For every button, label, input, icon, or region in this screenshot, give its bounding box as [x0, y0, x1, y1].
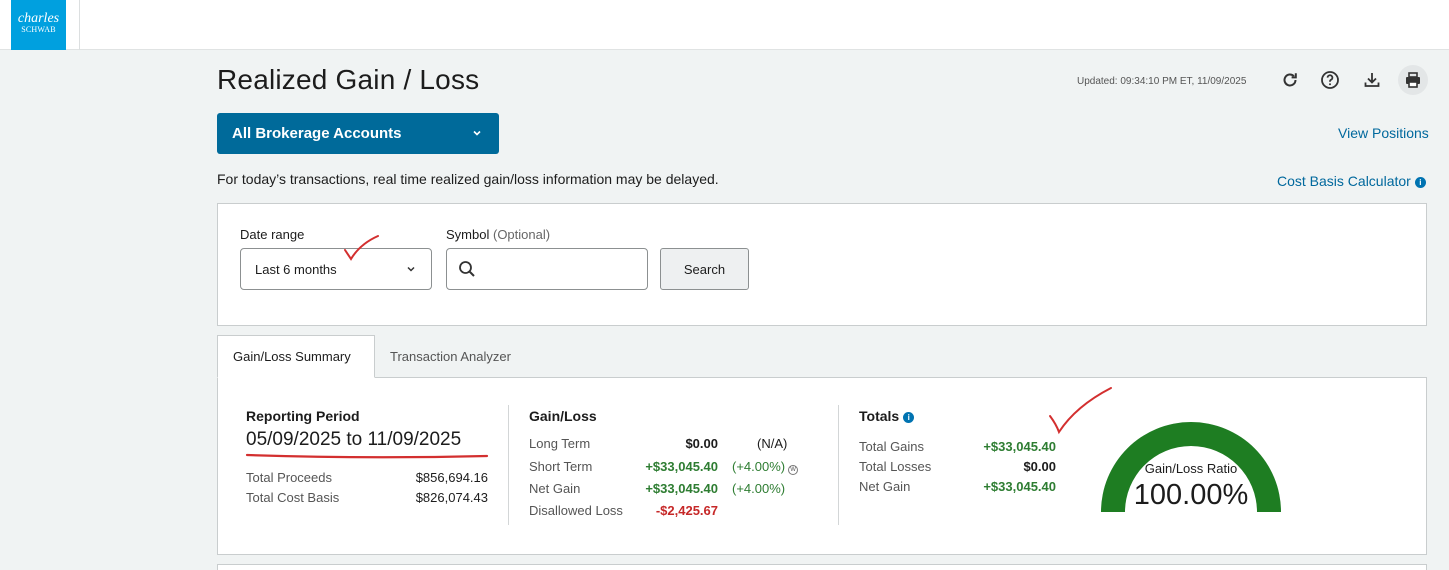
annotation-underline: [245, 453, 489, 459]
page-title: Realized Gain / Loss: [217, 64, 480, 95]
gain-loss-title: Gain/Loss: [529, 408, 597, 424]
print-icon[interactable]: [1398, 65, 1428, 95]
totals-title-text: Totals: [859, 408, 900, 424]
short-term-pct-text: (+4.00%): [732, 459, 786, 474]
net-gain-pct: (+4.00%): [732, 481, 786, 496]
short-term-label: Short Term: [529, 459, 593, 474]
section-divider: [508, 405, 509, 525]
total-losses-value: $0.00: [1023, 459, 1056, 474]
search-panel: Date range Last 6 months Symbol (Optiona…: [217, 203, 1427, 326]
section-divider: [838, 405, 839, 525]
symbol-optional-text: (Optional): [492, 227, 551, 242]
help-icon[interactable]: [1318, 68, 1342, 92]
view-positions-link[interactable]: View Positions: [1338, 125, 1429, 141]
account-selector-label: All Brokerage Accounts: [232, 125, 402, 142]
long-term-label: Long Term: [529, 436, 591, 451]
date-range-select[interactable]: Last 6 months: [240, 248, 432, 290]
annotation-checkmark: [344, 235, 379, 261]
schwab-logo[interactable]: charles SCHWAB: [11, 0, 66, 50]
long-term-pct: (N/A): [757, 436, 788, 451]
top-bar: charles SCHWAB: [0, 0, 1449, 50]
logo-line1: charles: [17, 11, 60, 26]
updated-timestamp: Updated: 09:34:10 PM ET, 11/09/2025: [1077, 76, 1247, 87]
totals-title: Totals i: [859, 408, 915, 424]
totals-net-gain-label: Net Gain: [859, 479, 911, 494]
search-button[interactable]: Search: [660, 248, 749, 290]
total-cost-basis-value: $826,074.43: [415, 490, 488, 505]
totals-net-gain-value: +$33,045.40: [983, 479, 1056, 494]
chevron-down-icon: [405, 263, 417, 278]
logo-line2: SCHWAB: [21, 25, 56, 34]
gauge-value: 100.00%: [1133, 479, 1249, 511]
total-gains-label: Total Gains: [859, 439, 925, 454]
cost-basis-calculator-link[interactable]: Cost Basis Calculator i: [1277, 173, 1426, 189]
short-term-pct: (+4.00%) W: [732, 459, 799, 475]
symbol-input[interactable]: [446, 248, 648, 290]
account-selector[interactable]: All Brokerage Accounts: [217, 113, 499, 154]
date-range-value: Last 6 months: [255, 261, 337, 277]
long-term-value: $0.00: [685, 436, 718, 451]
chevron-down-icon: [471, 126, 483, 143]
total-losses-label: Total Losses: [859, 459, 932, 474]
tab-gain-loss-summary[interactable]: Gain/Loss Summary: [217, 335, 375, 378]
summary-panel: Reporting Period 05/09/2025 to 11/09/202…: [217, 377, 1427, 555]
short-term-value: +$33,045.40: [645, 459, 718, 474]
total-cost-basis-label: Total Cost Basis: [246, 490, 340, 505]
search-icon: [458, 260, 476, 283]
net-gain-value: +$33,045.40: [645, 481, 718, 496]
symbol-label-text: Symbol: [446, 227, 490, 242]
delay-notice: For today’s transactions, real time real…: [217, 171, 719, 187]
total-proceeds-value: $856,694.16: [415, 470, 488, 485]
disallowed-loss-label: Disallowed Loss: [529, 503, 623, 518]
download-icon[interactable]: [1360, 68, 1384, 92]
total-gains-value: +$33,045.40: [983, 439, 1056, 454]
topbar-divider: [79, 0, 80, 50]
date-range-label: Date range: [240, 227, 305, 242]
cost-basis-calculator-label: Cost Basis Calculator: [1277, 173, 1411, 189]
refresh-icon[interactable]: [1278, 68, 1302, 92]
wash-sale-icon[interactable]: W: [788, 465, 799, 475]
info-icon[interactable]: i: [1414, 177, 1426, 188]
net-gain-label: Net Gain: [529, 481, 581, 496]
tab-transaction-analyzer[interactable]: Transaction Analyzer: [375, 335, 526, 378]
reporting-period-dates: 05/09/2025 to 11/09/2025: [246, 429, 462, 450]
reporting-period-title: Reporting Period: [246, 408, 360, 424]
symbol-label: Symbol (Optional): [446, 227, 550, 242]
lower-panel: [217, 564, 1427, 570]
total-proceeds-label: Total Proceeds: [246, 470, 332, 485]
disallowed-loss-value: -$2,425.67: [655, 503, 718, 518]
gauge-label: Gain/Loss Ratio: [1144, 461, 1238, 476]
info-icon[interactable]: i: [903, 412, 915, 423]
